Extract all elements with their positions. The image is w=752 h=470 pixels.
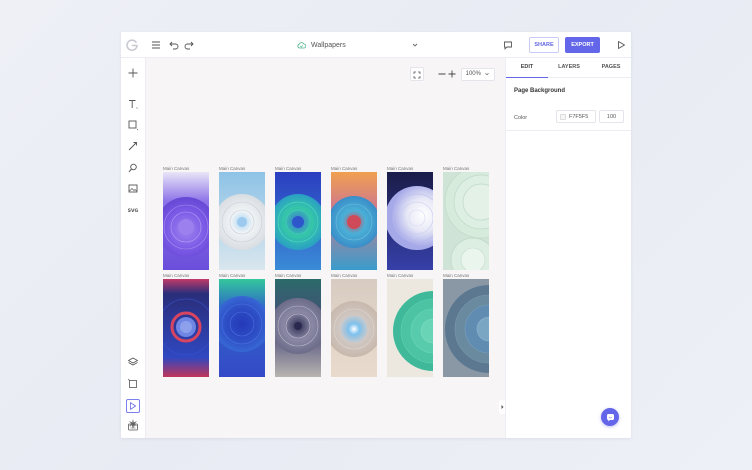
play-icon[interactable] (615, 39, 627, 51)
image-tool-icon[interactable] (127, 183, 139, 195)
wallpaper-preview (385, 172, 449, 270)
color-swatch[interactable] (560, 113, 566, 120)
wallpaper-preview (157, 279, 215, 377)
plus-icon (448, 70, 456, 78)
paint-tool-icon[interactable] (127, 162, 139, 174)
color-hex-field[interactable]: F7F5F5 (556, 110, 596, 123)
line-tool-icon[interactable] (127, 140, 139, 152)
menu-icon[interactable] (150, 39, 162, 51)
color-label: Color (514, 115, 528, 121)
color-hex-value: F7F5F5 (569, 113, 589, 120)
page-background-heading: Page Background (514, 88, 566, 94)
layers-icon[interactable] (127, 356, 139, 368)
wallpaper-preview (328, 172, 380, 270)
zoom-value: 100% (465, 71, 481, 77)
svg-tool-icon[interactable]: SVG (127, 204, 139, 216)
wallpaper-preview (270, 279, 326, 377)
minus-icon (438, 73, 446, 75)
panel-divider (506, 130, 631, 131)
chevron-down-icon (485, 73, 489, 76)
canvas-thumbnail[interactable]: Main Canvas (387, 273, 473, 382)
wallpaper-preview (326, 279, 382, 377)
canvas-thumbnail[interactable]: Main Canvas (443, 273, 533, 382)
comment-icon[interactable] (502, 39, 514, 51)
opacity-field[interactable]: 100 (599, 110, 624, 123)
chevron-right-icon (501, 405, 503, 409)
add-icon[interactable] (127, 67, 139, 79)
select-tool-icon[interactable] (126, 399, 140, 413)
document-title-area[interactable]: Wallpapers (297, 39, 346, 51)
wallpaper-preview (214, 279, 270, 377)
frame-icon[interactable] (127, 378, 139, 390)
wallpaper-preview (443, 165, 518, 283)
shape-tool-icon[interactable] (127, 119, 139, 131)
zoom-in-button[interactable] (447, 68, 457, 80)
share-button[interactable]: SHARE (529, 37, 559, 53)
editor-window: Wallpapers SHARE EXPORT SVG 100% Main Ca… (121, 32, 631, 438)
canvas-thumbnail[interactable]: Main Canvas (214, 273, 270, 382)
app-logo-icon[interactable] (125, 38, 139, 52)
chat-support-button[interactable] (601, 408, 619, 426)
fit-screen-icon (413, 71, 421, 79)
canvas-thumbnail[interactable]: Main Canvas (328, 166, 380, 275)
wallpaper-preview (214, 172, 270, 270)
svg-text:SVG: SVG (128, 208, 139, 214)
wallpaper-preview (270, 172, 326, 270)
canvas-thumbnail[interactable]: Main Canvas (326, 273, 382, 382)
canvas-thumbnail[interactable]: Main Canvas (214, 166, 270, 275)
canvas-thumbnail[interactable]: Main Canvas (157, 273, 215, 382)
chat-icon (606, 413, 614, 421)
undo-icon[interactable] (168, 39, 180, 51)
text-tool-icon[interactable] (127, 98, 139, 110)
zoom-controls: 100% (437, 67, 495, 81)
canvas-thumbnail[interactable]: Main Canvas (385, 166, 449, 275)
chevron-down-icon[interactable] (410, 40, 420, 50)
canvas-area[interactable]: 100% Main Canvas Main Canvas Main Canvas… (146, 58, 533, 438)
zoom-level-select[interactable]: 100% (460, 67, 495, 81)
zoom-out-button[interactable] (437, 68, 447, 80)
left-toolbar: SVG (121, 58, 146, 438)
settings-icon[interactable] (127, 418, 139, 430)
top-bar: Wallpapers SHARE EXPORT (121, 32, 631, 58)
tab-pages[interactable]: PAGES (590, 58, 631, 77)
tab-layers[interactable]: LAYERS (548, 58, 590, 77)
export-button[interactable]: EXPORT (565, 37, 600, 53)
redo-icon[interactable] (183, 39, 195, 51)
tab-edit[interactable]: EDIT (506, 58, 548, 78)
canvas-thumbnail[interactable]: Main Canvas (443, 165, 518, 283)
canvas-thumbnail[interactable]: Main Canvas (270, 166, 326, 275)
cloud-saved-icon (297, 42, 306, 49)
fit-to-screen-button[interactable] (410, 67, 424, 81)
wallpaper-preview (443, 279, 533, 377)
canvas-thumbnail[interactable]: Main Canvas (270, 273, 326, 382)
panel-tabs: EDIT LAYERS PAGES (506, 58, 631, 78)
canvas-thumbnail[interactable]: Main Canvas (156, 166, 216, 275)
properties-panel: EDIT LAYERS PAGES Page Background Color … (505, 58, 631, 438)
wallpaper-preview (156, 172, 216, 270)
document-title: Wallpapers (311, 41, 346, 49)
wallpaper-preview (387, 279, 473, 377)
